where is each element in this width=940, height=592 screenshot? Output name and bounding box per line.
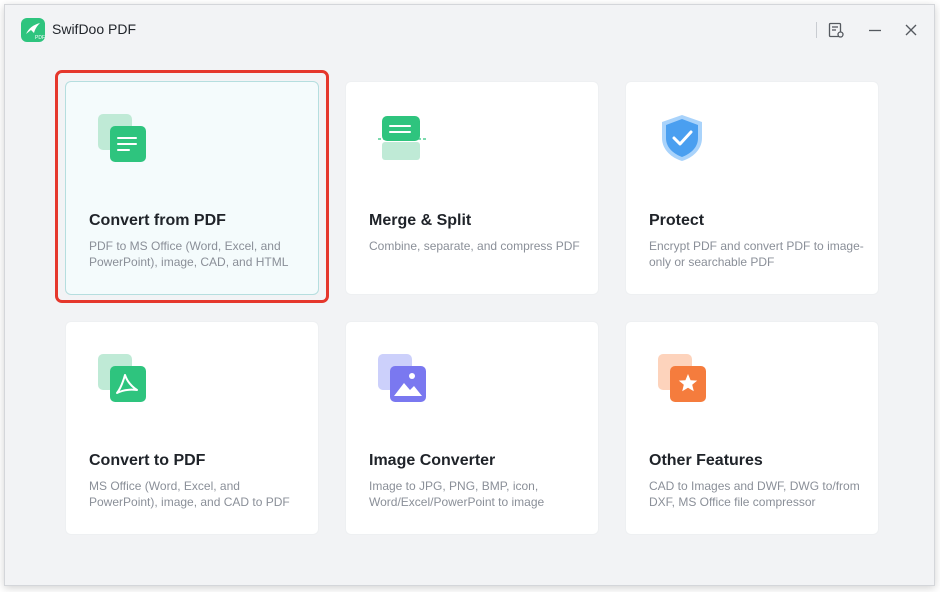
app-title: SwifDoo PDF <box>52 21 137 37</box>
titlebar-divider <box>816 22 817 38</box>
card-other-features[interactable]: Other Features CAD to Images and DWF, DW… <box>625 321 879 535</box>
merge-split-icon <box>376 112 428 164</box>
card-title: Other Features <box>649 452 763 469</box>
convert-to-pdf-icon <box>96 352 148 404</box>
app-logo: PDF <box>21 18 45 42</box>
card-title: Merge & Split <box>369 212 472 229</box>
card-convert-from-pdf[interactable]: Convert from PDF PDF to MS Office (Word,… <box>65 81 319 295</box>
card-description: PDF to MS Office (Word, Excel, and Power… <box>89 239 289 269</box>
card-convert-to-pdf[interactable]: Convert to PDF MS Office (Word, Excel, a… <box>65 321 319 535</box>
card-title: Image Converter <box>369 452 496 469</box>
card-protect[interactable]: Protect Encrypt PDF and convert PDF to i… <box>625 81 879 295</box>
image-converter-icon <box>376 352 428 404</box>
card-description: Image to JPG, PNG, BMP, icon, Word/Excel… <box>369 479 545 509</box>
notes-icon[interactable] <box>824 18 848 42</box>
card-title: Protect <box>649 212 705 229</box>
card-title: Convert to PDF <box>89 452 206 469</box>
card-description: Encrypt PDF and convert PDF to image-onl… <box>649 239 864 269</box>
card-merge-split[interactable]: Merge & Split Combine, separate, and com… <box>345 81 599 295</box>
card-title: Convert from PDF <box>89 212 226 229</box>
star-icon <box>656 352 708 404</box>
card-description: MS Office (Word, Excel, and PowerPoint),… <box>89 479 290 509</box>
title-bar: PDF SwifDoo PDF <box>5 5 934 57</box>
card-description: CAD to Images and DWF, DWG to/from DXF, … <box>649 479 860 509</box>
minimize-icon[interactable] <box>863 18 887 42</box>
convert-from-pdf-icon <box>96 112 148 164</box>
shield-check-icon <box>656 112 708 164</box>
card-description: Combine, separate, and compress PDF <box>369 239 580 253</box>
card-image-converter[interactable]: Image Converter Image to JPG, PNG, BMP, … <box>345 321 599 535</box>
close-icon[interactable] <box>899 18 923 42</box>
svg-text:PDF: PDF <box>35 35 45 41</box>
